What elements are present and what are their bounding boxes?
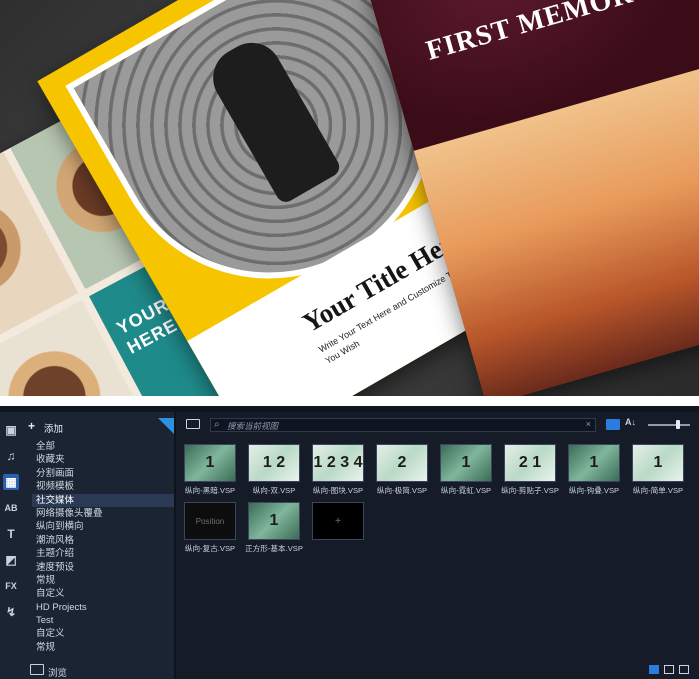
template-content-area: ⌕ × A↓ 1 纵向-黑暗.VSP 1 2 纵向-双.VSP 1 2 3 4 纵向-图块… (176, 412, 699, 679)
thumbnail-preview: 2 (376, 444, 428, 482)
promo-banner: YOUR TEXT HERE Your Title Here Write You… (0, 0, 699, 396)
template-thumbnail[interactable]: 1 正方形-基本.VSP (244, 500, 304, 554)
grid-view-icon[interactable] (664, 665, 674, 674)
graphics-icon[interactable]: ◩ (3, 552, 19, 568)
template-thumbnail-grid: 1 纵向-黑暗.VSP 1 2 纵向-双.VSP 1 2 3 4 纵向-图块.VSP 2 纵向… (180, 442, 695, 642)
folder-item[interactable]: HD Projects (32, 601, 174, 614)
thumbnail-preview: 1 (568, 444, 620, 482)
thumbnail-preview: + (312, 502, 364, 540)
thumbnail-view-icon[interactable] (606, 419, 620, 430)
folder-item[interactable]: 分割画面 (32, 467, 174, 480)
thumbnail-caption: 纵向-霓虹.VSP (440, 486, 492, 495)
detail-view-icon[interactable] (679, 665, 689, 674)
thumbnail-caption: 纵向-双.VSP (252, 486, 296, 495)
template-thumbnail[interactable]: 1 2 纵向-双.VSP (244, 442, 304, 496)
thumbnail-caption: 正方形-基本.VSP (245, 544, 303, 553)
template-thumbnail[interactable]: + (308, 500, 368, 554)
template-thumbnail[interactable]: 1 纵向-霓虹.VSP (436, 442, 496, 496)
folder-item[interactable]: 收藏夹 (32, 453, 174, 466)
folder-item[interactable]: Test (32, 614, 174, 627)
folder-item[interactable]: 潮流风格 (32, 534, 174, 547)
folder-list: 全部 收藏夹 分割画面 视频模板 社交媒体 网络摄像头覆叠 纵向到横向 潮流风格 主题介绍 速度预… (32, 440, 174, 654)
template-thumbnail[interactable]: 2 1 纵向-剪贴子.VSP (500, 442, 560, 496)
thumbnail-preview: 1 (248, 502, 300, 540)
folder-item[interactable]: 纵向到横向 (32, 520, 174, 533)
folder-item[interactable]: 主题介绍 (32, 547, 174, 560)
thumbnail-size-slider[interactable] (648, 420, 690, 429)
browse-label: 浏览 (48, 668, 68, 679)
add-folder-label: 添加 (44, 424, 64, 435)
view-mode-switcher (649, 665, 693, 675)
thumbnail-preview: 2 1 (504, 444, 556, 482)
folder-item[interactable]: 自定义 (32, 627, 174, 640)
thumbnail-preview: 1 2 (248, 444, 300, 482)
search-icon: ⌕ (214, 419, 220, 430)
path-icon[interactable]: ↯ (3, 604, 19, 620)
tool-rail: ▣ ♫ ▦ AB T ◩ FX ↯ (0, 412, 22, 679)
template-thumbnail[interactable]: 1 2 3 4 纵向-图块.VSP (308, 442, 368, 496)
music-icon[interactable]: ♫ (3, 448, 19, 464)
filter-icon[interactable]: FX (3, 578, 19, 594)
folder-item[interactable]: 全部 (32, 440, 174, 453)
search-box[interactable]: ⌕ × (210, 418, 596, 432)
folder-item[interactable]: 自定义 (32, 587, 174, 600)
thumbnail-caption: 纵向-钩叠.VSP (568, 486, 620, 495)
thumbnail-preview: 1 (184, 444, 236, 482)
thumbnail-caption: 纵向-复古.VSP (184, 544, 236, 553)
folder-item[interactable]: 视频模板 (32, 480, 174, 493)
folder-browse-icon (30, 664, 44, 675)
transition-icon[interactable]: AB (3, 500, 19, 516)
thumbnail-caption: 纵向-极简.VSP (376, 486, 428, 495)
thumbnail-caption: 纵向-简单.VSP (632, 486, 684, 495)
thumbnail-preview: 1 2 3 4 (312, 444, 364, 482)
pin-icon[interactable] (158, 418, 174, 434)
content-toolbar: ⌕ × A↓ (176, 416, 699, 434)
template-thumbnail[interactable]: 1 纵向-钩叠.VSP (564, 442, 624, 496)
folder-item[interactable]: 网络摄像头覆叠 (32, 507, 174, 520)
template-thumbnail[interactable]: 1 纵向-简单.VSP (628, 442, 688, 496)
thumbnail-preview: 1 (632, 444, 684, 482)
folder-item[interactable]: 速度预设 (32, 561, 174, 574)
add-folder-button[interactable]: + 添加 (22, 418, 174, 435)
thumbnail-caption: 纵向-剪贴子.VSP (501, 486, 559, 495)
library-panel: ▣ ♫ ▦ AB T ◩ FX ↯ + 添加 全部 收藏夹 分割画面 视频模板 社交媒体 网络摄像头覆叠… (0, 406, 699, 679)
thumbnail-preview: 1 (440, 444, 492, 482)
template-thumbnail[interactable]: 1 纵向-黑暗.VSP (180, 442, 240, 496)
folder-item[interactable]: 社交媒体 (32, 493, 174, 507)
separator (0, 396, 699, 406)
slider-thumb[interactable] (676, 420, 680, 429)
clear-search-icon[interactable]: × (586, 419, 591, 429)
plus-icon: + (28, 419, 36, 433)
thumbnail-preview: Position (184, 502, 236, 540)
template-thumbnail[interactable]: 2 纵向-极简.VSP (372, 442, 432, 496)
template-thumbnail[interactable]: Position 纵向-复古.VSP (180, 500, 240, 554)
title-icon[interactable]: T (3, 526, 19, 542)
thumbnail-caption: 纵向-图块.VSP (312, 486, 364, 495)
thumbnail-caption: 纵向-黑暗.VSP (184, 486, 236, 495)
list-view-icon[interactable] (649, 665, 659, 674)
open-folder-icon[interactable] (186, 419, 200, 429)
media-icon[interactable]: ▣ (3, 422, 19, 438)
search-input[interactable] (227, 420, 567, 431)
folder-item[interactable]: 常规 (32, 574, 174, 587)
folder-panel: + 添加 全部 收藏夹 分割画面 视频模板 社交媒体 网络摄像头覆叠 纵向到横向 潮流风格 主题… (22, 412, 174, 679)
folder-item[interactable]: 常规 (32, 641, 174, 654)
template-icon[interactable]: ▦ (3, 474, 19, 490)
browse-button[interactable]: 浏览 (22, 662, 174, 679)
sort-icon[interactable]: A↓ (625, 417, 636, 427)
